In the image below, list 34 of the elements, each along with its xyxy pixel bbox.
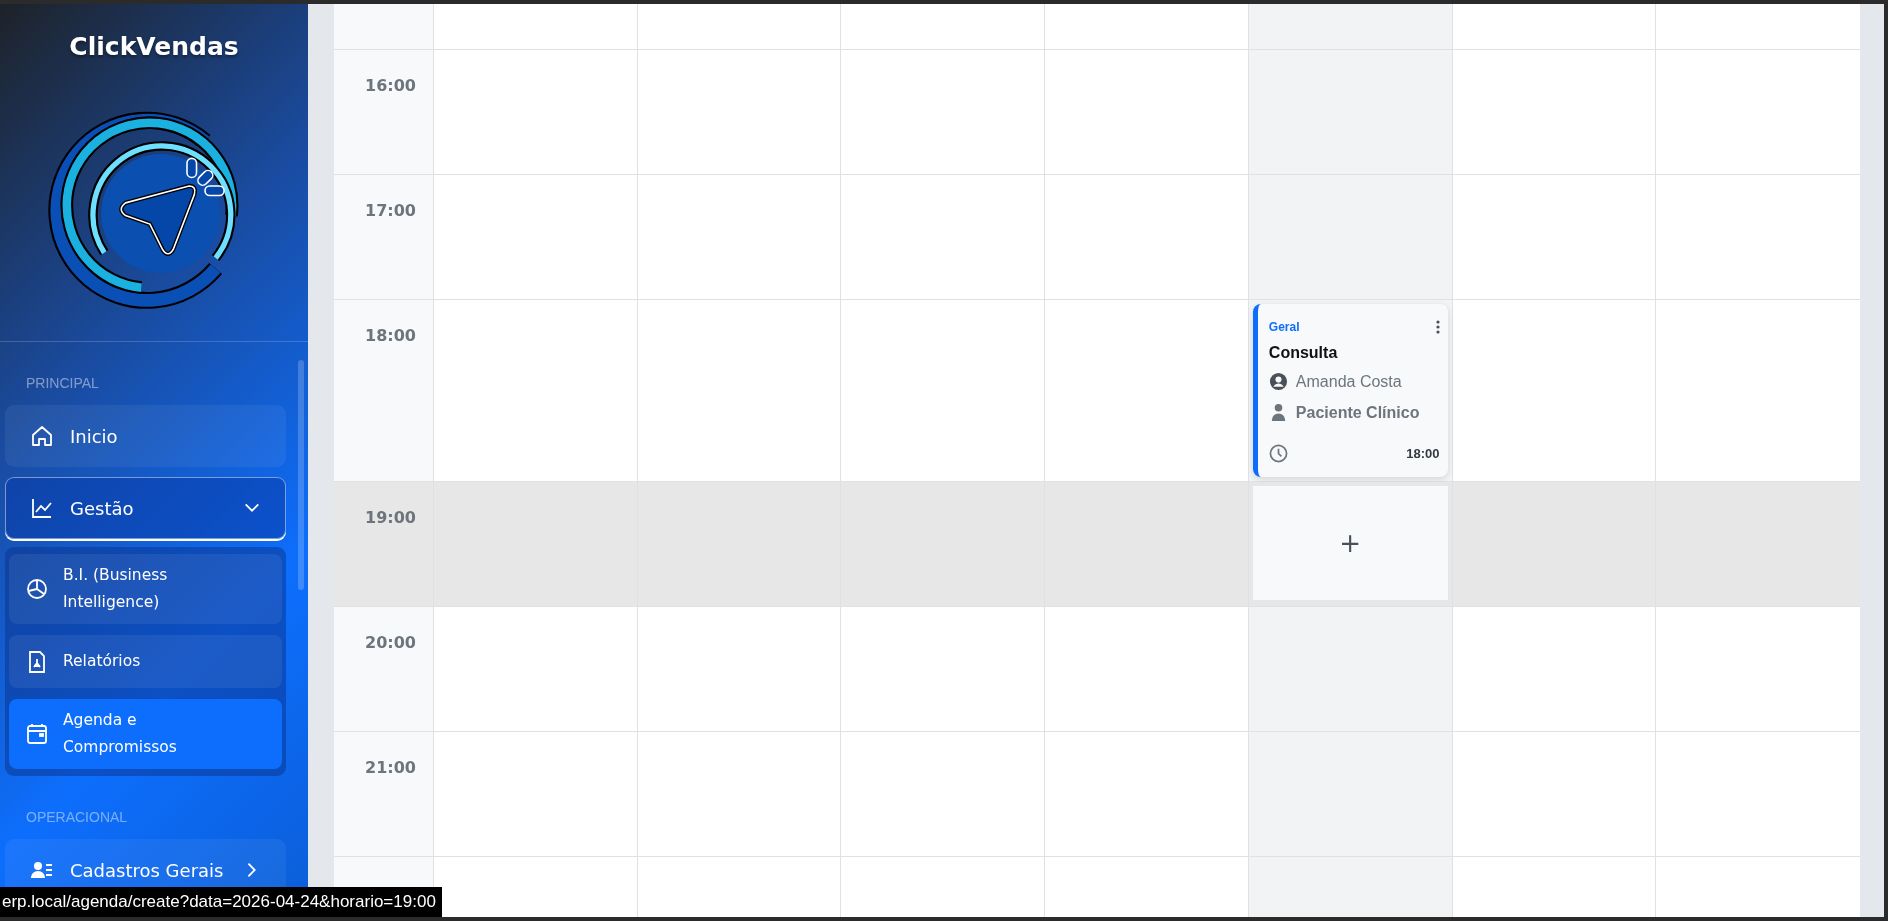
time-label: 21:00 — [365, 758, 416, 777]
day-cell[interactable] — [1248, 857, 1453, 917]
user-circle-icon — [1268, 372, 1288, 391]
day-cell[interactable] — [1248, 607, 1453, 731]
link-url-tooltip: erp.local/agenda/create?data=2026-04-24&horario=19:00 — [0, 887, 442, 917]
time-label: 20:00 — [365, 633, 416, 652]
brand-title: ClickVendas — [69, 32, 239, 61]
time-label: 17:00 — [365, 201, 416, 220]
submenu-item[interactable]: B.I. (Business Intelligence) — [9, 554, 282, 624]
time-label: 16:00 — [365, 76, 416, 95]
submenu-item[interactable]: Relatórios — [9, 635, 282, 688]
event-person: Amanda Costa — [1295, 372, 1402, 391]
event-type: Paciente Clínico — [1295, 403, 1420, 422]
line-chart-icon — [30, 496, 54, 520]
day-cell[interactable] — [1248, 732, 1453, 856]
menu-item[interactable]: Gestão — [5, 477, 286, 539]
time-label: 19:00 — [365, 508, 416, 527]
home-icon — [30, 424, 54, 448]
add-event-button[interactable]: + — [1252, 486, 1448, 600]
event-title: Consulta — [1268, 344, 1339, 362]
calendar-icon — [25, 722, 49, 746]
section-heading: OPERACIONAL — [25, 808, 129, 827]
event-time: 18:00 — [1406, 446, 1440, 461]
time-label: 18:00 — [365, 326, 416, 345]
section-heading: PRINCIPAL — [25, 374, 100, 393]
day-cell[interactable] — [1248, 50, 1453, 174]
submenu-item[interactable]: Agenda e Compromissos — [9, 699, 282, 769]
pie-chart-icon — [25, 577, 49, 601]
clock-icon — [1268, 444, 1288, 463]
more-options-icon[interactable] — [1435, 320, 1440, 334]
event-category: Geral — [1268, 320, 1300, 334]
menu-item[interactable]: Inicio — [5, 405, 286, 467]
day-cell[interactable] — [1248, 175, 1453, 299]
day-cell[interactable] — [1248, 4, 1453, 49]
